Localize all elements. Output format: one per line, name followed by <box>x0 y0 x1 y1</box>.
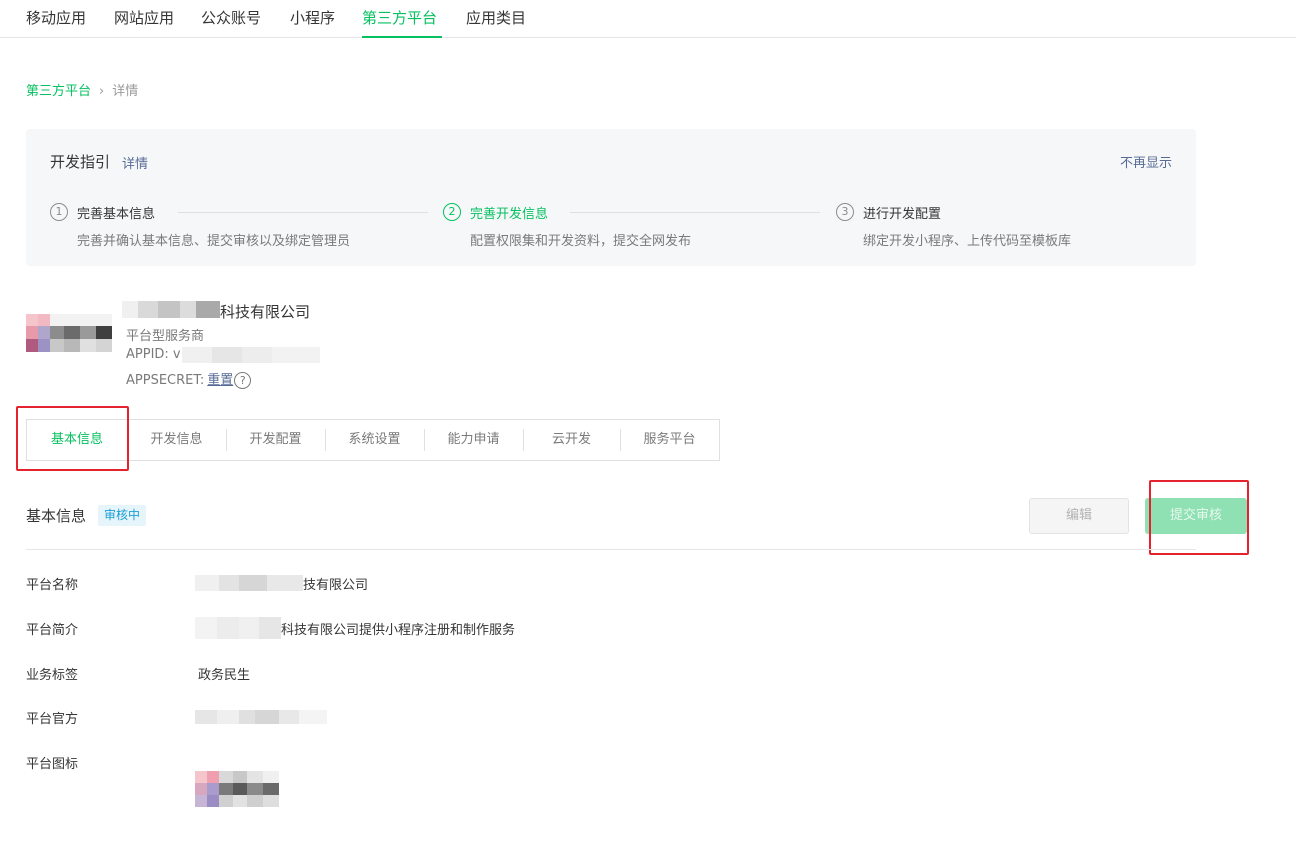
step-number-3: 3 <box>836 203 854 221</box>
nav-tab-mini-programs[interactable]: 小程序 <box>290 7 335 38</box>
tab-dev-info[interactable]: 开发信息 <box>127 420 226 460</box>
platform-logo-blurred <box>26 314 112 352</box>
field-label-platform-official: 平台官方 <box>26 712 79 727</box>
step-number-2: 2 <box>443 203 461 221</box>
platform-type: 平台型服务商 <box>126 329 205 344</box>
help-icon[interactable]: ? <box>234 372 252 389</box>
basic-info-title: 基本信息 <box>26 507 87 525</box>
step-connector-1 <box>178 212 428 213</box>
field-label-platform-icon: 平台图标 <box>26 757 79 772</box>
step-title-2: 完善开发信息 <box>470 207 549 222</box>
tab-system-settings[interactable]: 系统设置 <box>325 420 424 460</box>
nav-tab-app-categories[interactable]: 应用类目 <box>466 7 526 38</box>
tab-service-platform[interactable]: 服务平台 <box>620 420 719 460</box>
highlight-box-submit-button <box>1149 480 1249 555</box>
platform-official-value-blurred <box>195 710 327 724</box>
appid-value-blurred <box>182 347 320 363</box>
step-desc-1: 完善并确认基本信息、提交审核以及绑定管理员 <box>77 234 351 249</box>
breadcrumb: 第三方平台 › 详情 <box>26 80 138 99</box>
appsecret-row: APPSECRET: 重置? <box>126 369 252 389</box>
guide-detail-link[interactable]: 详情 <box>122 153 148 172</box>
appsecret-label: APPSECRET: <box>126 373 205 388</box>
step-desc-2: 配置权限集和开发资料，提交全网发布 <box>470 234 692 249</box>
step-desc-3: 绑定开发小程序、上传代码至模板库 <box>863 234 1072 249</box>
field-value-platform-intro: 科技有限公司提供小程序注册和制作服务 <box>281 623 516 638</box>
edit-button[interactable]: 编辑 <box>1029 498 1129 534</box>
breadcrumb-current: 详情 <box>112 84 139 99</box>
field-value-platform-name: 技有限公司 <box>303 578 369 593</box>
platform-name-value-blurred <box>195 575 303 591</box>
step-number-1: 1 <box>50 203 68 221</box>
tab-dev-config[interactable]: 开发配置 <box>226 420 325 460</box>
appsecret-reset-link[interactable]: 重置 <box>207 373 233 388</box>
dev-guide-panel: 开发指引 详情 不再显示 1 完善基本信息 完善并确认基本信息、提交审核以及绑定… <box>26 129 1196 266</box>
highlight-box-basic-info-tab <box>16 406 129 471</box>
step-connector-2 <box>570 212 820 213</box>
guide-title: 开发指引 <box>50 153 111 171</box>
platform-name: 科技有限公司 <box>220 303 311 321</box>
field-label-platform-name: 平台名称 <box>26 578 79 593</box>
breadcrumb-parent-link[interactable]: 第三方平台 <box>26 84 91 99</box>
status-badge: 审核中 <box>98 505 147 526</box>
field-label-business-tags: 业务标签 <box>26 668 79 683</box>
nav-tab-official-accounts[interactable]: 公众账号 <box>201 7 261 38</box>
appid-label: APPID: v <box>126 347 181 362</box>
field-value-business-tags: 政务民生 <box>198 668 251 683</box>
guide-hide-link[interactable]: 不再显示 <box>1120 152 1172 171</box>
platform-name-blurred <box>122 301 220 318</box>
nav-tab-web-apps[interactable]: 网站应用 <box>114 7 174 38</box>
nav-tab-third-party-platform[interactable]: 第三方平台 <box>362 7 442 38</box>
platform-icon-image <box>195 771 279 807</box>
tab-cloud-dev[interactable]: 云开发 <box>523 420 620 460</box>
nav-tab-mobile-apps[interactable]: 移动应用 <box>26 7 86 38</box>
tab-capability-apply[interactable]: 能力申请 <box>424 420 523 460</box>
field-label-platform-intro: 平台简介 <box>26 623 79 638</box>
step-title-3: 进行开发配置 <box>863 207 942 222</box>
detail-tabbar: 基本信息 开发信息 开发配置 系统设置 能力申请 云开发 服务平台 <box>26 419 720 461</box>
step-title-1: 完善基本信息 <box>77 207 156 222</box>
breadcrumb-separator: › <box>99 84 105 99</box>
top-nav: 移动应用 网站应用 公众账号 小程序 第三方平台 应用类目 <box>0 0 1296 38</box>
section-divider <box>26 549 1196 550</box>
platform-intro-value-blurred <box>195 617 281 639</box>
